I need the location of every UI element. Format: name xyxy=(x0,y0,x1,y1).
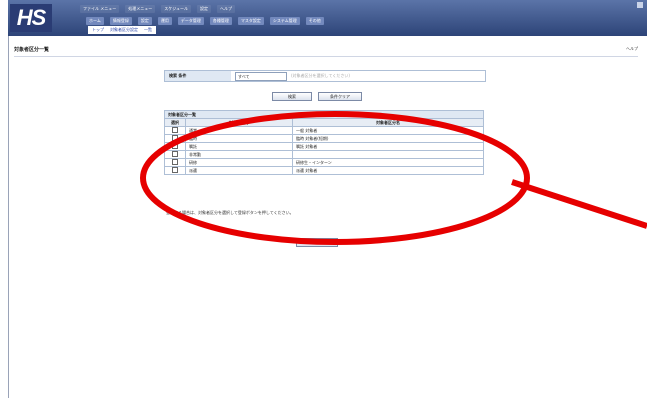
category-cell: 臨時 xyxy=(185,134,293,143)
menu-item[interactable]: ヘルプ xyxy=(217,5,236,13)
category-name-cell xyxy=(292,150,484,159)
clear-button[interactable]: 条件クリア xyxy=(318,92,362,101)
filter-hint: (対象者区分を選択してください) xyxy=(291,73,350,78)
nav-tab[interactable]: 運用 xyxy=(157,17,172,25)
category-table: 選択 対象者区分 対象者区分名 通常 一般 対象者 臨時 臨時 対象者(短期) … xyxy=(164,118,484,175)
search-filter: 検索 条件 すべて (対象者区分を選択してください) xyxy=(164,70,486,82)
table-row[interactable]: 通常 一般 対象者 xyxy=(164,126,484,135)
table-row[interactable]: 研修 研修生・インターン xyxy=(164,158,484,167)
help-link[interactable]: ヘルプ xyxy=(626,46,638,52)
nav-tab[interactable]: システム管理 xyxy=(269,17,300,25)
menu-item[interactable]: ファイル メニュー xyxy=(80,5,120,13)
table-row[interactable]: 非常勤 xyxy=(164,150,484,159)
category-name-cell: 一般 対象者 xyxy=(292,126,484,135)
nav-tab[interactable]: 設定 xyxy=(137,17,152,25)
select-cell xyxy=(164,166,186,175)
row-checkbox[interactable] xyxy=(172,135,178,141)
category-select[interactable]: すべて xyxy=(235,72,287,81)
table-row[interactable]: 派遣 派遣 対象者 xyxy=(164,166,484,175)
select-cell xyxy=(164,158,186,167)
breadcrumb-current: 一覧 xyxy=(144,27,152,32)
select-cell xyxy=(164,126,186,135)
menu-item[interactable]: スケジュール xyxy=(161,5,192,13)
main-window xyxy=(8,0,647,398)
page-title: 対象者区分一覧 xyxy=(14,47,50,53)
column-header: 対象者区分名 xyxy=(292,118,484,127)
column-header: 対象者区分 xyxy=(185,118,293,127)
main-nav: ホーム 情報登録 設定 運用 データ管理 各種管理 マスタ設定 システム管理 そ… xyxy=(86,17,324,25)
column-header: 選択 xyxy=(164,118,186,127)
category-cell: 非常勤 xyxy=(185,150,293,159)
menu-item[interactable]: 処理メニュー xyxy=(125,5,156,13)
app-logo: HS xyxy=(10,4,52,32)
nav-tab[interactable]: その他 xyxy=(305,17,324,25)
table-header-row: 選択 対象者区分 対象者区分名 xyxy=(164,118,484,127)
nav-tab[interactable]: 各種管理 xyxy=(209,17,232,25)
category-name-cell: 臨時 対象者(短期) xyxy=(292,134,484,143)
nav-tab[interactable]: ホーム xyxy=(86,17,104,25)
nav-tab[interactable]: データ管理 xyxy=(177,17,204,25)
register-button[interactable]: 登録 xyxy=(296,238,338,247)
search-button[interactable]: 検索 xyxy=(272,92,312,101)
category-table-section: 対象者区分一覧 選択 対象者区分 対象者区分名 通常 一般 対象者 臨時 臨時 … xyxy=(164,110,484,175)
category-name-cell: 研修生・インターン xyxy=(292,158,484,167)
category-cell: 研修 xyxy=(185,158,293,167)
table-row[interactable]: 嘱託 嘱託 対象者 xyxy=(164,142,484,151)
top-menu: ファイル メニュー 処理メニュー スケジュール 設定 ヘルプ xyxy=(80,5,236,13)
row-checkbox[interactable] xyxy=(172,143,178,149)
menu-item[interactable]: 設定 xyxy=(197,5,212,13)
category-cell: 派遣 xyxy=(185,166,293,175)
nav-tab[interactable]: マスタ設定 xyxy=(237,17,264,25)
table-caption: 対象者区分一覧 xyxy=(164,110,484,118)
row-checkbox[interactable] xyxy=(172,151,178,157)
category-name-cell: 嘱託 対象者 xyxy=(292,142,484,151)
table-row[interactable]: 臨時 臨時 対象者(短期) xyxy=(164,134,484,143)
breadcrumb-link[interactable]: トップ xyxy=(92,27,104,33)
breadcrumb: トップ 対象者区分設定 一覧 xyxy=(88,26,156,34)
select-cell xyxy=(164,142,186,151)
row-checkbox[interactable] xyxy=(172,127,178,133)
category-cell: 嘱託 xyxy=(185,142,293,151)
close-icon[interactable] xyxy=(637,2,643,8)
select-cell xyxy=(164,134,186,143)
row-checkbox[interactable] xyxy=(172,167,178,173)
filter-label: 検索 条件 xyxy=(165,71,231,81)
breadcrumb-link[interactable]: 対象者区分設定 xyxy=(110,27,138,33)
instruction-text: 登録する場合は、対象者区分を選択して登録ボタンを押してください。 xyxy=(166,210,294,215)
row-checkbox[interactable] xyxy=(172,159,178,165)
category-name-cell: 派遣 対象者 xyxy=(292,166,484,175)
page-title-bar: 対象者区分一覧 ヘルプ xyxy=(14,46,638,57)
select-cell xyxy=(164,150,186,159)
nav-tab[interactable]: 情報登録 xyxy=(109,17,132,25)
category-cell: 通常 xyxy=(185,126,293,135)
